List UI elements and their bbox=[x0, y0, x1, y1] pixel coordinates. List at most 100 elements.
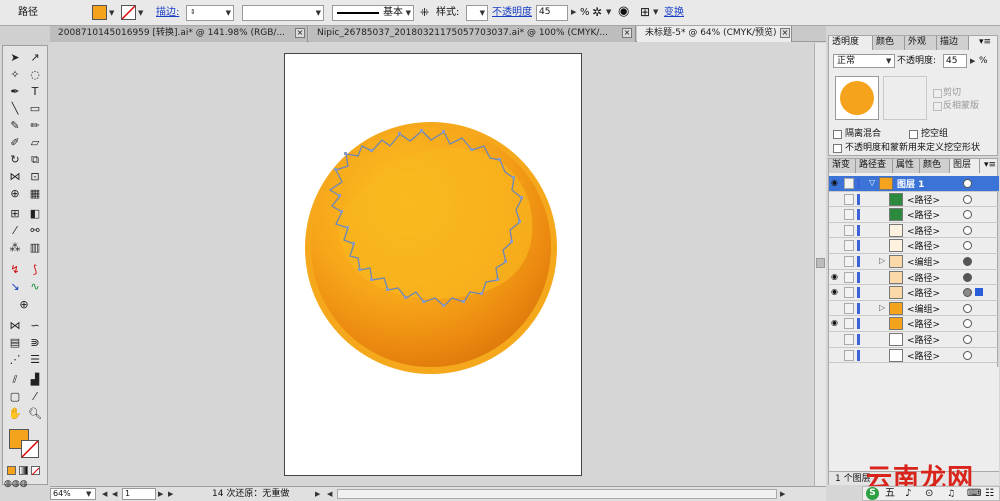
eye-hidden-slot[interactable] bbox=[831, 210, 841, 218]
horizontal-scrollbar[interactable] bbox=[337, 489, 777, 499]
target-icon[interactable] bbox=[963, 350, 972, 360]
layer-row[interactable]: <路径> bbox=[829, 223, 999, 239]
lock-slot[interactable] bbox=[844, 256, 854, 267]
first-page-icon[interactable]: ◀ bbox=[102, 490, 107, 498]
anchor-add-icon[interactable]: ↘ bbox=[6, 279, 24, 295]
expand-icon[interactable]: ▽ bbox=[869, 178, 875, 187]
opacity-link[interactable]: 不透明度 bbox=[492, 6, 532, 20]
tab-attributes[interactable]: 属性 bbox=[893, 159, 920, 173]
transform-link[interactable]: 变换 bbox=[664, 6, 684, 20]
eye-hidden-slot[interactable] bbox=[831, 335, 841, 343]
target-icon[interactable] bbox=[963, 335, 972, 344]
recolor-icon[interactable]: ✲ bbox=[592, 5, 602, 19]
width-icon[interactable]: ⋈ bbox=[6, 169, 24, 185]
align-grid-icon[interactable]: ⊞ bbox=[640, 5, 650, 19]
lock-slot[interactable] bbox=[844, 271, 854, 283]
close-icon[interactable]: × bbox=[295, 28, 305, 38]
crosshair-icon[interactable]: ⊕ bbox=[15, 297, 33, 313]
free-transform-icon[interactable]: ⊡ bbox=[26, 169, 44, 185]
tab-document-1[interactable]: 200871014501695​9 [转换].ai* @ 141.98% (RG… bbox=[50, 26, 308, 42]
shape-builder-icon[interactable]: ⊕ bbox=[6, 186, 24, 202]
layer-row[interactable]: ▷ <编组> bbox=[829, 301, 999, 317]
knockout-checkbox[interactable] bbox=[909, 130, 918, 139]
pen-icon[interactable]: ✒ bbox=[6, 84, 24, 100]
eye-hidden-slot[interactable] bbox=[831, 304, 841, 312]
align-icon[interactable]: ⁜ bbox=[420, 6, 429, 19]
anchor-convert-icon[interactable]: ⟆ bbox=[26, 262, 44, 278]
eye-icon[interactable]: ◉ bbox=[831, 288, 841, 296]
perspective-icon[interactable]: ▦ bbox=[26, 186, 44, 202]
anchor-remove-icon[interactable]: ∿ bbox=[26, 279, 44, 295]
scroll-left-icon[interactable]: ◀ bbox=[327, 490, 332, 498]
layer-row[interactable]: <路径> bbox=[829, 238, 999, 254]
eyedropper-icon[interactable]: ⁄ bbox=[6, 223, 24, 239]
list-icon[interactable]: ☰ bbox=[26, 352, 44, 368]
ime-settings-icon[interactable]: ⊙ bbox=[925, 487, 933, 501]
tab-document-3[interactable]: 未标题-5* @ 64% (CMYK/预览) bbox=[637, 26, 792, 42]
twirl-icon[interactable]: ∽ bbox=[26, 318, 44, 334]
clip-checkbox[interactable] bbox=[933, 89, 942, 98]
tab-appearance[interactable]: 外观 bbox=[905, 36, 937, 50]
layer-row[interactable]: <路径> bbox=[829, 348, 999, 364]
isolate-blending-checkbox[interactable] bbox=[833, 130, 842, 139]
lock-slot[interactable] bbox=[844, 209, 854, 221]
scale-icon[interactable]: ⧉ bbox=[26, 152, 44, 168]
draw-mode-icon[interactable]: ◍◍◍ bbox=[4, 476, 28, 492]
layer-row[interactable]: ◉ <路径> bbox=[829, 270, 999, 286]
rotate-icon[interactable]: ↻ bbox=[6, 152, 24, 168]
target-icon[interactable] bbox=[963, 210, 972, 220]
layer-row[interactable]: <路径> bbox=[829, 192, 999, 208]
hand-icon[interactable]: ✋ bbox=[6, 406, 24, 422]
ime-punct-icon[interactable]: ♪ bbox=[905, 487, 911, 501]
tab-layers[interactable]: 图层 bbox=[950, 159, 980, 173]
style-dropdown[interactable]: ▼ bbox=[466, 5, 488, 21]
opacity-input[interactable]: 45 bbox=[536, 5, 568, 21]
column-graph-icon[interactable]: ▤ bbox=[6, 335, 24, 351]
lasso-icon[interactable]: ◌ bbox=[26, 67, 44, 83]
eye-hidden-slot[interactable] bbox=[831, 195, 841, 203]
scroll-thumb[interactable] bbox=[816, 258, 825, 268]
target-icon[interactable] bbox=[963, 303, 972, 313]
expand-icon[interactable]: ▷ bbox=[879, 303, 885, 312]
rectangle-icon[interactable]: ▭ bbox=[26, 101, 44, 117]
eraser-icon[interactable]: ▱ bbox=[26, 135, 44, 151]
globe-icon[interactable]: ◉ bbox=[618, 4, 629, 19]
target-icon[interactable] bbox=[963, 194, 972, 204]
expand-icon[interactable]: ▷ bbox=[879, 256, 885, 265]
zoom-dropdown-icon[interactable]: ▼ bbox=[86, 490, 91, 498]
stroke-weight-field[interactable]: ⇕ ▼ bbox=[186, 5, 234, 21]
direct-selection-icon[interactable]: ↗ bbox=[26, 50, 44, 66]
eye-icon[interactable]: ◉ bbox=[831, 272, 841, 281]
tab-colors[interactable]: 颜色 bbox=[920, 159, 950, 173]
eye-hidden-slot[interactable] bbox=[831, 226, 841, 234]
layer-row[interactable]: ▷ <编组> bbox=[829, 254, 999, 270]
eye-icon[interactable]: ◉ bbox=[831, 179, 841, 187]
orange-artwork[interactable] bbox=[300, 120, 565, 382]
eye-icon[interactable]: ◉ bbox=[831, 319, 841, 327]
prev-page-icon[interactable]: ◀ bbox=[112, 490, 117, 498]
page-field[interactable]: 1 bbox=[122, 488, 156, 500]
lock-slot[interactable] bbox=[844, 287, 854, 299]
selection-square-icon[interactable] bbox=[975, 288, 983, 297]
target-icon[interactable] bbox=[963, 319, 972, 329]
ime-mode[interactable]: 五 bbox=[885, 487, 895, 501]
knife-icon[interactable]: ⁄ bbox=[26, 389, 44, 405]
vertical-scrollbar[interactable] bbox=[814, 43, 826, 486]
tab-document-2[interactable]: Nipic_26785037_20180321175057703037.ai* … bbox=[309, 26, 636, 42]
layer-row[interactable]: ◉ ▽ 图层 1 bbox=[829, 176, 999, 192]
selection-tool-icon[interactable]: ➤ bbox=[6, 50, 24, 66]
target-icon[interactable] bbox=[963, 257, 972, 266]
color-mode-icon[interactable] bbox=[7, 466, 16, 475]
stroke-link[interactable]: 描边: bbox=[156, 6, 179, 20]
tab-stroke[interactable]: 描边 bbox=[937, 36, 969, 50]
layer-row[interactable]: ◉ <路径> bbox=[829, 285, 999, 301]
brush-definition-dropdown[interactable]: 基本 ▼ bbox=[332, 5, 414, 21]
magic-wand-icon[interactable]: ✧ bbox=[6, 67, 24, 83]
lock-slot[interactable] bbox=[844, 193, 854, 205]
warp-icon[interactable]: ⋈ bbox=[6, 318, 24, 334]
invert-mask-checkbox[interactable] bbox=[933, 102, 942, 111]
align-grid-dropdown-icon[interactable]: ▼ bbox=[653, 8, 658, 16]
none-mode-icon[interactable] bbox=[31, 466, 40, 476]
last-page-icon[interactable]: ▶ bbox=[168, 490, 173, 498]
eye-hidden-slot[interactable] bbox=[831, 351, 841, 359]
